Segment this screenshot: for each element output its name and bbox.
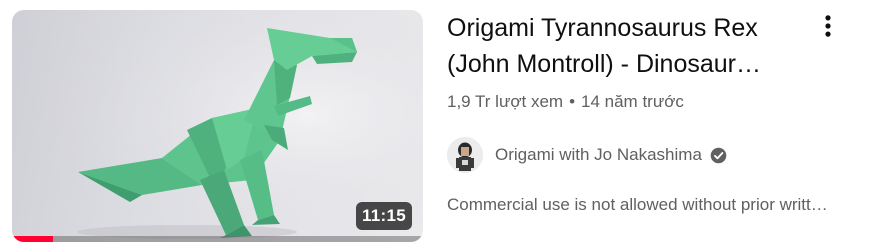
avatar-image — [447, 137, 483, 173]
video-thumbnail[interactable]: 11:15 — [12, 10, 423, 242]
channel-row[interactable]: Origami with Jo Nakashima — [447, 135, 857, 175]
watch-progress-bar — [12, 236, 423, 242]
video-card[interactable]: 11:15 Origami Tyrannosaurus Rex (John Mo… — [0, 0, 870, 248]
video-details: Origami Tyrannosaurus Rex (John Montroll… — [447, 10, 857, 216]
channel-name[interactable]: Origami with Jo Nakashima — [495, 145, 702, 165]
more-vert-icon — [825, 15, 831, 37]
watch-progress-fill — [12, 236, 54, 242]
channel-avatar[interactable] — [447, 137, 483, 173]
view-count: 1,9 Tr lượt xem — [447, 92, 564, 111]
more-actions-button[interactable] — [814, 10, 842, 42]
upload-age: 14 năm trước — [581, 92, 684, 111]
video-description-snippet: Commercial use is not allowed without pr… — [447, 195, 828, 214]
video-duration-badge: 11:15 — [355, 202, 412, 230]
verified-check-icon — [710, 147, 727, 163]
video-metadata: 1,9 Tr lượt xem • 14 năm trước — [447, 91, 857, 113]
meta-separator: • — [569, 92, 576, 111]
video-title[interactable]: Origami Tyrannosaurus Rex (John Montroll… — [447, 10, 792, 82]
